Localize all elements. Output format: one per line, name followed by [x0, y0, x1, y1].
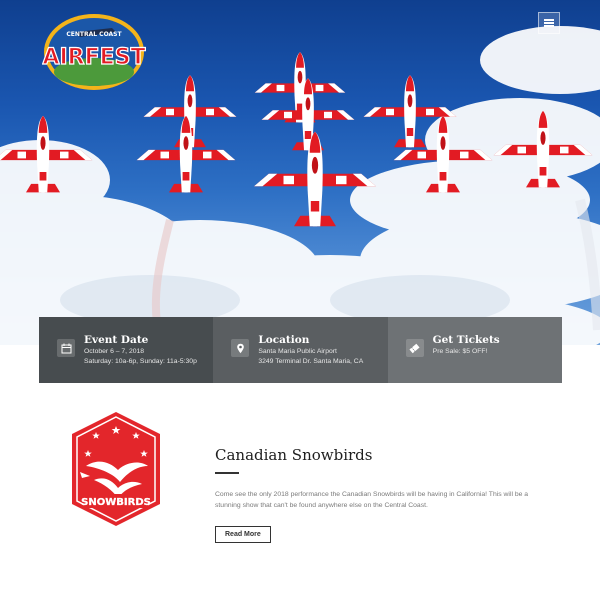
logo-top-text: CENTRAL COAST — [66, 31, 122, 38]
tickets-title: Get Tickets — [432, 334, 500, 346]
map-pin-icon — [231, 339, 250, 357]
tickets-panel[interactable]: Get Tickets Pre Sale: $5 OFF! — [387, 317, 562, 383]
hero-banner: CENTRAL COAST AIRFEST — [0, 0, 600, 345]
location-title: Location — [258, 334, 310, 346]
read-more-button[interactable]: Read More — [215, 526, 271, 543]
feature-title: Canadian Snowbirds — [215, 446, 373, 464]
feature-description: Come see the only 2018 performance the C… — [215, 491, 529, 509]
tickets-presale-line: Pre Sale: $5 OFF! — [432, 348, 488, 355]
hamburger-menu-icon[interactable] — [538, 12, 560, 34]
location-address-line: 3249 Terminal Dr. Santa Maria, CA — [258, 358, 364, 365]
event-date-line: October 6 – 7, 2018 — [84, 348, 145, 355]
badge-text: SNOWBIRDS — [81, 497, 151, 508]
airfest-logo[interactable]: CENTRAL COAST AIRFEST — [42, 10, 146, 92]
ticket-icon — [405, 339, 424, 357]
event-date-title: Event Date — [84, 334, 149, 346]
snowbirds-badge: SNOWBIRDS — [70, 410, 162, 528]
location-name-line: Santa Maria Public Airport — [258, 348, 337, 355]
title-divider — [215, 472, 239, 474]
calendar-icon — [57, 339, 75, 357]
feature-section: Canadian Snowbirds Come see the only 201… — [215, 445, 555, 543]
event-info-bar: Event Date October 6 – 7, 2018 Saturday:… — [39, 317, 562, 383]
logo-main-text: AIRFEST — [42, 45, 145, 70]
event-hours-line: Saturday: 10a-6p, Sunday: 11a-5:30p — [84, 358, 197, 365]
event-date-panel: Event Date October 6 – 7, 2018 Saturday:… — [39, 317, 214, 383]
location-panel[interactable]: Location Santa Maria Public Airport 3249… — [213, 317, 388, 383]
